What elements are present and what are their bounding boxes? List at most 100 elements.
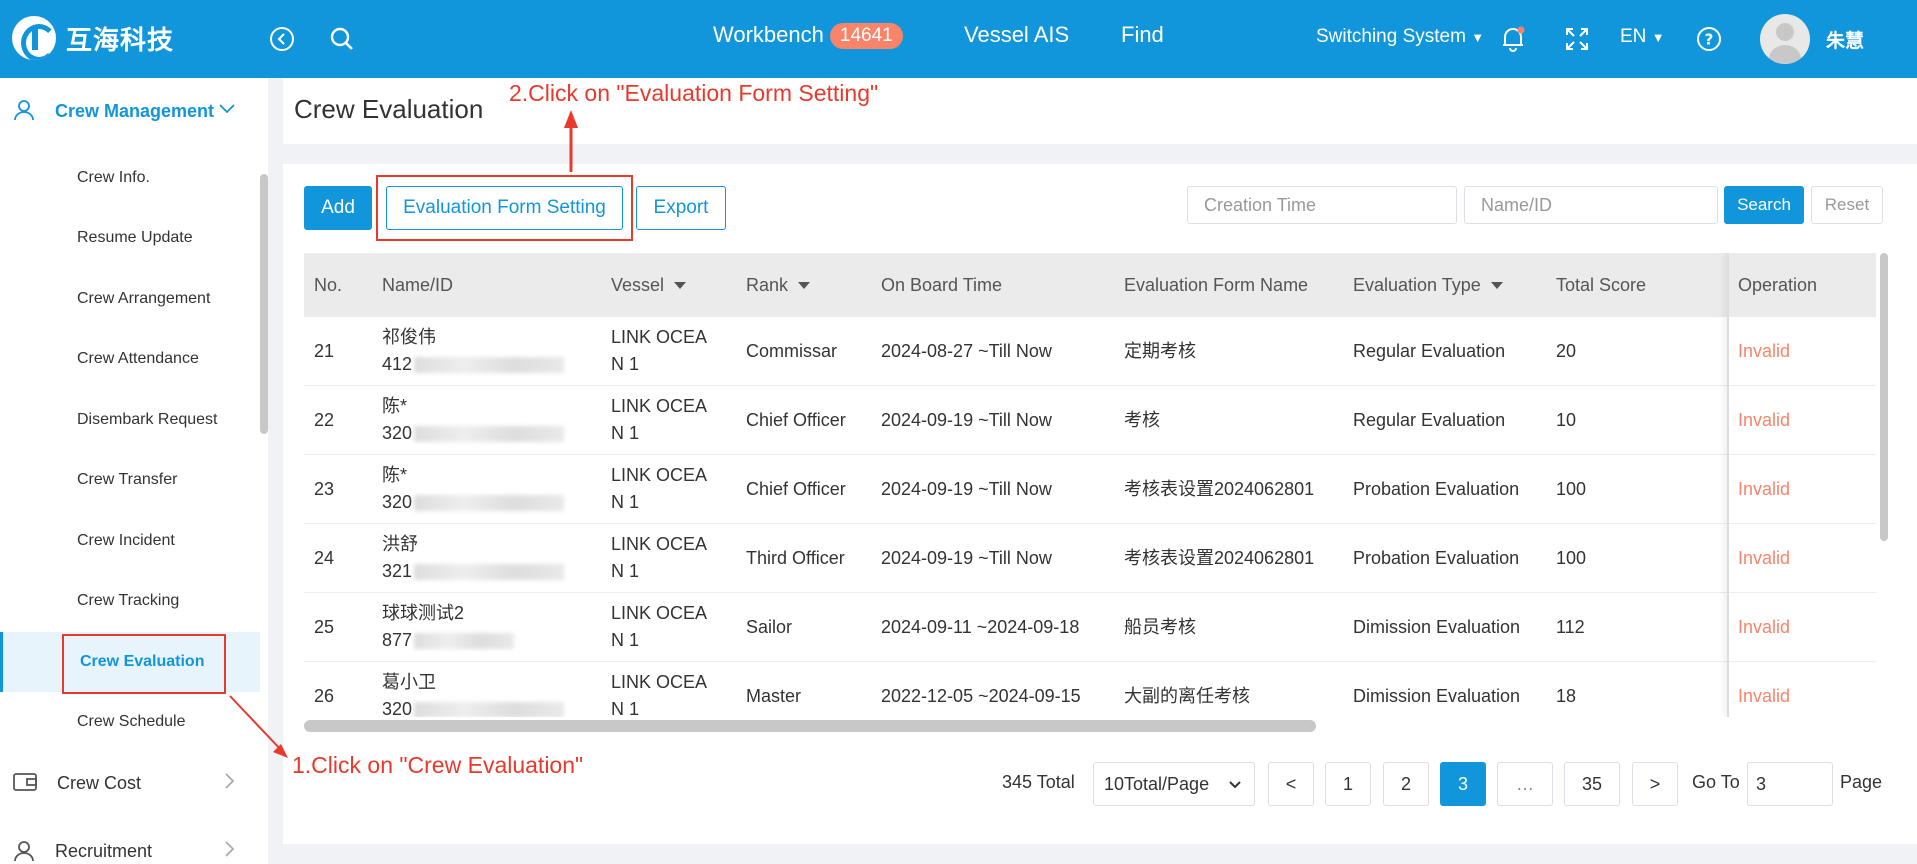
cell-evaluation-form-name: 考核表设置2024062801 xyxy=(1124,548,1315,568)
chevron-right-icon xyxy=(224,772,236,795)
svg-text:?: ? xyxy=(1705,31,1714,49)
sidebar-item-crew-arrangement[interactable]: Crew Arrangement xyxy=(0,269,260,329)
sidebar-group-recruitment[interactable]: Recruitment xyxy=(0,822,268,864)
crew-name: 祁俊伟 xyxy=(382,327,436,347)
redacted-id-mask xyxy=(414,564,565,581)
cell-name-id: 陈* 320 xyxy=(382,393,565,447)
app-logo[interactable]: 互海科技 xyxy=(12,16,174,60)
language-dropdown[interactable]: EN ▼ xyxy=(1620,26,1665,48)
prev-page-button[interactable]: < xyxy=(1268,762,1314,806)
column-header-rank[interactable]: Rank xyxy=(746,253,811,317)
filter-caret-icon[interactable] xyxy=(798,281,811,289)
cell-rank: Commissar xyxy=(746,341,838,361)
nav-find[interactable]: Find xyxy=(1121,22,1164,48)
cell-evaluation-type: Probation Evaluation xyxy=(1353,548,1520,568)
cell-total-score: 100 xyxy=(1556,548,1587,568)
column-header-on-board-time: On Board Time xyxy=(881,274,1003,295)
crew-id: 320 xyxy=(382,420,565,447)
invalid-link[interactable]: Invalid xyxy=(1738,683,1790,710)
search-button[interactable]: Search xyxy=(1724,186,1804,224)
sidebar-item-disembark-request[interactable]: Disembark Request xyxy=(0,390,260,450)
cell-on-board-time: 2024-09-19 ~Till Now xyxy=(881,410,1052,430)
help-icon[interactable]: ? xyxy=(1692,22,1726,56)
sidebar-group-label: Crew Management xyxy=(55,100,215,121)
page-button-3-current[interactable]: 3 xyxy=(1440,762,1486,806)
back-icon[interactable] xyxy=(265,22,299,56)
chevron-down-icon xyxy=(218,102,236,120)
workbench-count-badge: 14641 xyxy=(829,23,903,49)
next-page-button[interactable]: > xyxy=(1632,762,1678,806)
invalid-link[interactable]: Invalid xyxy=(1738,545,1790,572)
table-horizontal-scrollbar[interactable] xyxy=(304,720,1316,732)
nav-workbench[interactable]: Workbench 14641 xyxy=(713,22,903,49)
cell-vessel: LINK OCEA N 1 xyxy=(611,393,707,447)
filter-caret-icon[interactable] xyxy=(1490,281,1503,289)
sidebar-item-crew-transfer[interactable]: Crew Transfer xyxy=(0,450,260,510)
logo-icon xyxy=(12,16,56,60)
vessel-line2: N 1 xyxy=(611,354,640,374)
column-header-vessel[interactable]: Vessel xyxy=(611,253,687,317)
filter-caret-icon[interactable] xyxy=(674,281,687,289)
annotation-box-evaluation-form-setting xyxy=(376,175,633,241)
sidebar-item-crew-tracking[interactable]: Crew Tracking xyxy=(0,571,260,631)
column-header-evaluation-type[interactable]: Evaluation Type xyxy=(1353,253,1503,317)
cell-evaluation-type: Dimission Evaluation xyxy=(1353,686,1521,706)
nav-vessel-ais[interactable]: Vessel AIS xyxy=(964,22,1069,48)
cell-evaluation-form-name: 定期考核 xyxy=(1124,341,1196,361)
sidebar-item-crew-schedule[interactable]: Crew Schedule xyxy=(0,692,260,752)
name-id-search-input[interactable]: Name/ID xyxy=(1464,186,1718,224)
cell-no: 25 xyxy=(314,617,335,637)
table-row: 24 洪舒 321 LINK OCEA N 1 Third Officer 2024… xyxy=(304,524,1876,593)
page-ellipsis[interactable]: … xyxy=(1497,762,1553,806)
redacted-id-mask xyxy=(414,495,565,512)
sidebar-group-crew-management[interactable]: Crew Management xyxy=(0,82,268,140)
table-row: 21 祁俊伟 412 LINK OCEA N 1 Commissar 2024-08… xyxy=(304,317,1876,386)
redacted-id-mask xyxy=(414,633,515,650)
table-vertical-scrollbar[interactable] xyxy=(1880,253,1888,541)
cell-on-board-time: 2024-09-19 ~Till Now xyxy=(881,479,1052,499)
bell-icon[interactable] xyxy=(1496,22,1530,56)
page-button-35[interactable]: 35 xyxy=(1564,762,1620,806)
avatar[interactable] xyxy=(1760,14,1810,64)
page-title: Crew Evaluation xyxy=(294,94,484,124)
export-button[interactable]: Export xyxy=(636,186,726,230)
cell-no: 22 xyxy=(314,410,335,430)
chevron-down-icon xyxy=(1228,774,1242,795)
caret-down-icon: ▼ xyxy=(1651,30,1665,45)
cell-on-board-time: 2022-12-05 ~2024-09-15 xyxy=(881,686,1081,706)
sidebar-item-crew-info[interactable]: Crew Info. xyxy=(0,148,260,208)
invalid-link[interactable]: Invalid xyxy=(1738,614,1790,641)
cell-vessel: LINK OCEA N 1 xyxy=(611,324,707,378)
invalid-link[interactable]: Invalid xyxy=(1738,338,1790,365)
page-button-1[interactable]: 1 xyxy=(1325,762,1371,806)
goto-page-input[interactable]: 3 xyxy=(1747,762,1833,806)
sidebar-group-label: Crew Cost xyxy=(57,772,142,793)
cell-evaluation-form-name: 大副的离任考核 xyxy=(1124,686,1250,706)
sidebar-item-crew-incident[interactable]: Crew Incident xyxy=(0,511,260,571)
cell-total-score: 100 xyxy=(1556,479,1587,499)
vessel-line2: N 1 xyxy=(611,423,640,443)
switching-system-dropdown[interactable]: Switching System ▼ xyxy=(1316,26,1484,48)
annotation-step1: 1.Click on "Crew Evaluation" xyxy=(292,752,584,778)
crew-id: 320 xyxy=(382,696,565,717)
cell-name-id: 葛小卫 320 xyxy=(382,669,565,717)
page-button-2[interactable]: 2 xyxy=(1383,762,1429,806)
switching-system-label: Switching System xyxy=(1316,26,1466,47)
fullscreen-icon[interactable] xyxy=(1560,22,1594,56)
cell-evaluation-type: Regular Evaluation xyxy=(1353,410,1506,430)
sidebar-item-resume-update[interactable]: Resume Update xyxy=(0,208,260,268)
sidebar-group-crew-cost[interactable]: Crew Cost xyxy=(0,754,268,812)
creation-time-input[interactable]: Creation Time xyxy=(1187,186,1457,224)
cell-no: 23 xyxy=(314,479,335,499)
invalid-link[interactable]: Invalid xyxy=(1738,476,1790,503)
reset-button[interactable]: Reset xyxy=(1811,186,1883,224)
sidebar-scrollbar[interactable] xyxy=(260,174,268,434)
username[interactable]: 朱慧 xyxy=(1826,26,1864,53)
invalid-link[interactable]: Invalid xyxy=(1738,407,1790,434)
annotation-box-crew-evaluation xyxy=(62,634,226,694)
goto-label: Go To xyxy=(1692,772,1740,792)
add-button[interactable]: Add xyxy=(304,186,372,230)
sidebar-item-crew-attendance[interactable]: Crew Attendance xyxy=(0,329,260,389)
page-size-select[interactable]: 10Total/Page xyxy=(1093,762,1255,806)
search-icon[interactable] xyxy=(325,22,359,56)
